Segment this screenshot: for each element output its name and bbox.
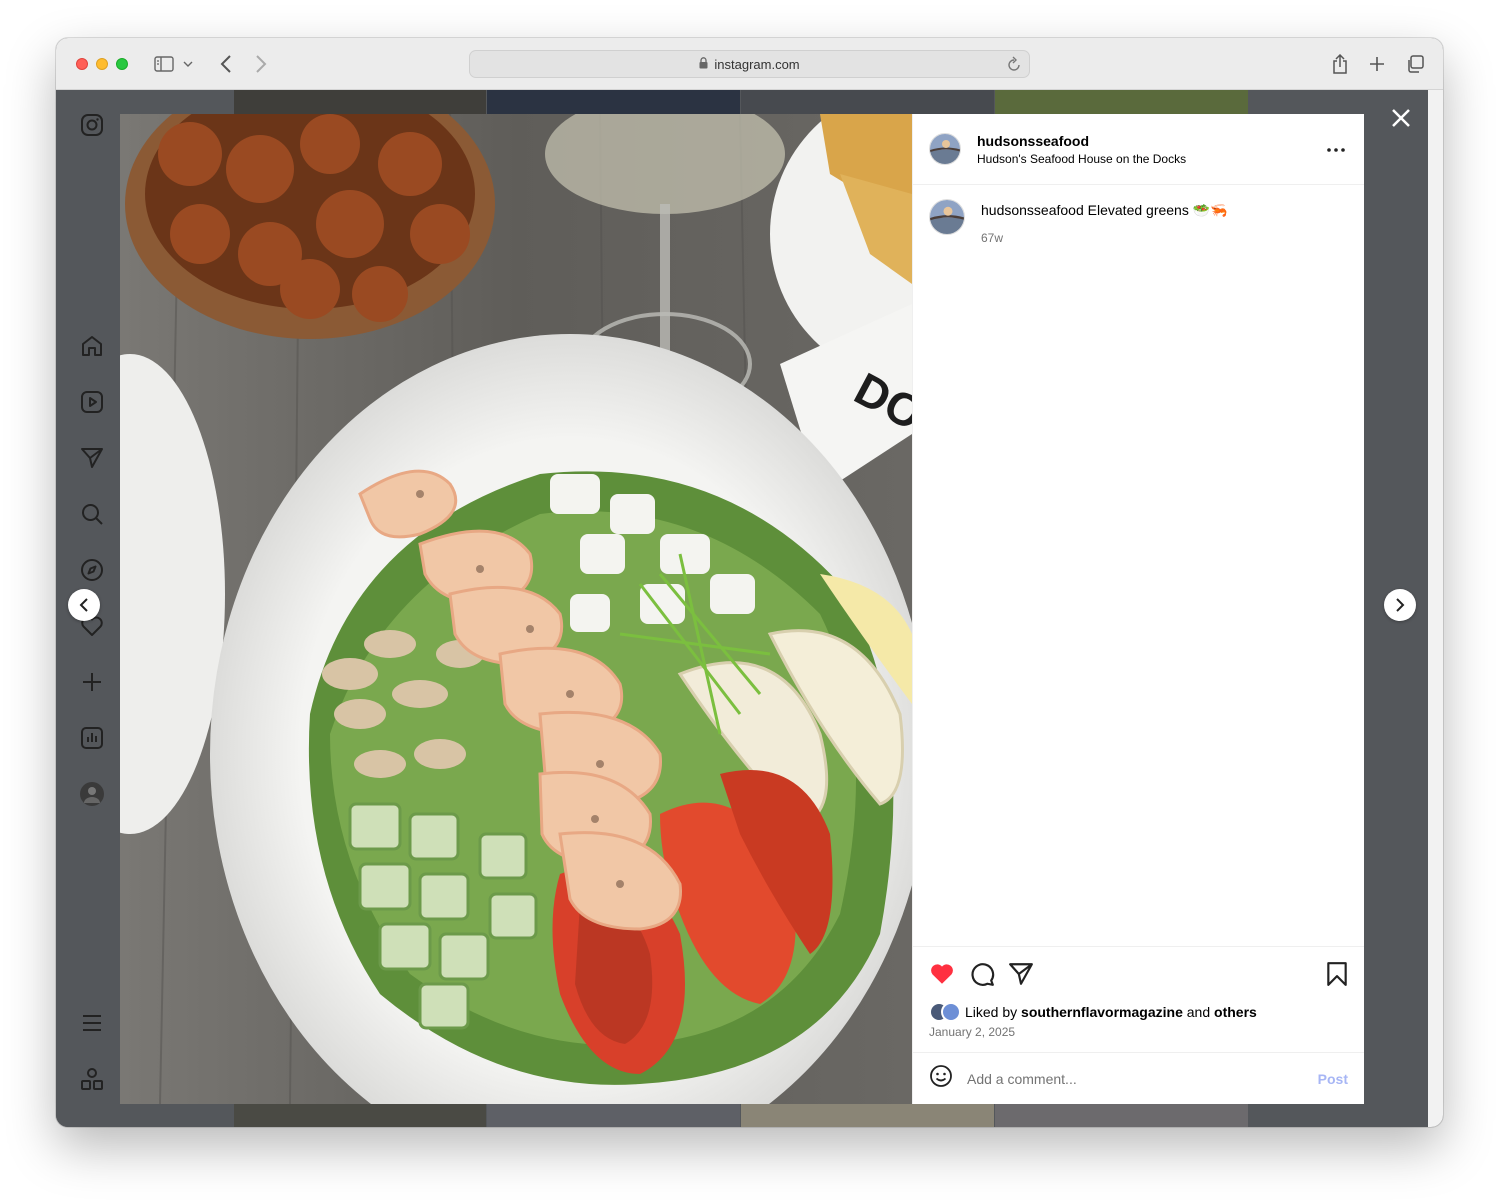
lock-icon [699,56,708,72]
post-header: hudsonsseafood Hudson's Seafood House on… [913,114,1364,185]
menu-icon[interactable] [79,1010,105,1036]
reload-icon[interactable] [1007,56,1021,75]
salad-photo-illustration: DO [120,114,912,1104]
post-actions: Liked by southernflavormagazine and othe… [913,946,1364,1052]
liked-by-prefix: Liked by [965,1004,1018,1020]
browser-window: instagram.com DO hudsonsseafood Hudson's… [56,38,1443,1127]
share-post-icon[interactable] [1008,961,1034,987]
like-heart-icon[interactable] [929,961,955,987]
comment-bar: Post [913,1052,1364,1104]
share-icon[interactable] [1328,52,1352,76]
tab-overview-icon[interactable] [1403,52,1427,76]
search-icon[interactable] [79,501,105,527]
caption-avatar[interactable] [929,199,965,235]
feed-tile [995,1104,1248,1127]
url-text: instagram.com [714,56,800,72]
chevron-down-icon[interactable] [180,52,196,76]
liked-by-user[interactable]: southernflavormagazine [1021,1004,1183,1020]
caption-username[interactable]: hudsonsseafood [981,202,1084,218]
chevron-right-icon [1396,598,1405,612]
previous-post-button[interactable] [68,589,100,621]
caption-section: hudsonsseafood Elevated greens 🥗🦐 67w [913,185,1364,946]
scrollbar[interactable] [1428,90,1443,1127]
feed-tile [995,90,1248,114]
forward-icon[interactable] [249,52,273,76]
liked-by-and: and [1186,1004,1211,1020]
post-comment-button[interactable]: Post [1318,1071,1348,1087]
profile-icon[interactable] [79,781,105,807]
more-options-icon[interactable] [1326,140,1346,160]
comment-input[interactable] [967,1070,1287,1087]
save-bookmark-icon[interactable] [1324,961,1350,987]
close-modal-button[interactable] [1389,106,1413,130]
post-date: January 2, 2025 [929,1025,1016,1039]
next-post-button[interactable] [1384,589,1416,621]
new-tab-icon[interactable] [1365,52,1389,76]
post-modal: DO hudsonsseafood Hudson's Seafood House… [120,114,1364,1104]
feed-tile [741,1104,994,1127]
page-viewport: DO hudsonsseafood Hudson's Seafood House… [56,90,1428,1127]
likes-summary: Liked by southernflavormagazine and othe… [929,1002,1257,1022]
back-icon[interactable] [214,52,238,76]
address-bar[interactable]: instagram.com [469,50,1030,78]
feed-tile [487,1104,740,1127]
sidebar-toggle-icon[interactable] [152,52,176,76]
liked-by-others[interactable]: others [1214,1004,1257,1020]
feed-tile [741,90,994,114]
post-photo[interactable]: DO [120,114,912,1104]
chevron-left-icon [79,598,88,612]
feed-tile [487,90,740,114]
post-sidebar: hudsonsseafood Hudson's Seafood House on… [912,114,1364,1104]
author-avatar[interactable] [929,133,961,165]
home-icon[interactable] [79,333,105,359]
comment-icon[interactable] [969,961,995,987]
feed-tile [234,1104,486,1127]
reels-icon[interactable] [79,389,105,415]
more-apps-icon[interactable] [79,1066,105,1092]
caption-body: Elevated greens 🥗🦐 [1087,202,1228,218]
explore-icon[interactable] [79,557,105,583]
emoji-icon[interactable] [929,1064,953,1093]
messages-icon[interactable] [79,445,105,471]
close-window-button[interactable] [76,58,88,70]
liker-avatar[interactable] [941,1002,961,1022]
post-location[interactable]: Hudson's Seafood House on the Docks [977,152,1186,166]
browser-toolbar: instagram.com [56,38,1443,90]
zoom-window-button[interactable] [116,58,128,70]
create-icon[interactable] [79,669,105,695]
instagram-icon[interactable] [79,112,105,138]
minimize-window-button[interactable] [96,58,108,70]
dashboard-icon[interactable] [79,725,105,751]
feed-tile [234,90,486,114]
author-username[interactable]: hudsonsseafood [977,133,1186,149]
